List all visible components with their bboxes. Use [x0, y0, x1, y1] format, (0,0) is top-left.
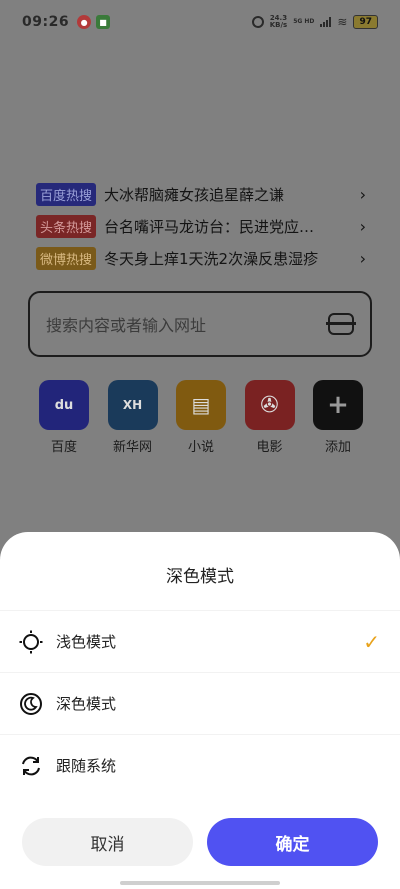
- sheet-title: 深色模式: [166, 567, 234, 587]
- search-placeholder: 搜索内容或者输入网址: [46, 316, 207, 335]
- signal-icon: [320, 17, 332, 27]
- hot-search-row-baidu[interactable]: 百度热搜 大冰帮脑瘫女孩追星薛之谦 ›: [36, 178, 366, 210]
- hot-search-row-toutiao[interactable]: 头条热搜 台名嘴评马龙访台：民进党应… ›: [36, 210, 366, 242]
- chevron-right-icon: ›: [359, 184, 366, 204]
- chevron-right-icon: ›: [359, 248, 366, 268]
- hot-search-text: 大冰帮脑瘫女孩追星薛之谦: [104, 185, 285, 204]
- film-reel-icon: ✇: [244, 380, 295, 430]
- status-bar: 09:26 ● ■ 24.3 KB/s 5G HD ≋ 97: [0, 0, 400, 44]
- plus-icon: +: [313, 380, 363, 430]
- scan-icon[interactable]: [326, 313, 356, 335]
- option-label: 深色模式: [56, 695, 117, 713]
- shortcut-movie[interactable]: ✇ 电影: [242, 380, 298, 455]
- hot-badge: 百度热搜: [36, 182, 97, 206]
- wifi-icon: ≋: [337, 15, 348, 29]
- sync-icon: [18, 753, 44, 779]
- shortcut-label: 电影: [256, 440, 283, 455]
- alarm-icon: [251, 16, 264, 28]
- option-label: 浅色模式: [56, 633, 117, 651]
- notification-icons: ● ■: [77, 15, 111, 29]
- search-input[interactable]: 搜索内容或者输入网址: [28, 291, 372, 357]
- net-speed-unit: KB/s: [269, 21, 288, 29]
- battery-icon: 97: [353, 15, 378, 29]
- hot-search-row-weibo[interactable]: 微博热搜 冬天身上痒1天洗2次澡反患湿疹 ›: [36, 242, 366, 274]
- shortcut-label: 百度: [50, 440, 77, 455]
- option-label: 跟随系统: [56, 757, 117, 775]
- confirm-button[interactable]: 确定: [207, 818, 378, 866]
- hot-badge: 头条热搜: [36, 214, 97, 238]
- baidu-icon: du: [39, 380, 89, 430]
- shortcut-xinhua[interactable]: XH 新华网: [105, 380, 161, 455]
- status-time: 09:26: [22, 14, 70, 30]
- app-notification-icon: ■: [96, 15, 111, 29]
- moon-icon: [18, 691, 44, 717]
- hot-search-text: 冬天身上痒1天洗2次澡反患湿疹: [104, 249, 319, 268]
- netease-music-icon: ●: [77, 15, 92, 29]
- shortcut-label: 新华网: [112, 440, 152, 455]
- cancel-button[interactable]: 取消: [22, 818, 193, 866]
- shortcut-label: 小说: [187, 440, 214, 455]
- chevron-right-icon: ›: [359, 216, 366, 236]
- hot-search-list: 百度热搜 大冰帮脑瘫女孩追星薛之谦 › 头条热搜 台名嘴评马龙访台：民进党应… …: [36, 178, 366, 274]
- option-dark-mode[interactable]: 深色模式: [0, 672, 400, 734]
- shortcut-add[interactable]: + 添加: [310, 380, 366, 455]
- net-speed: 24.3 KB/s: [270, 15, 287, 29]
- hot-search-text: 台名嘴评马龙访台：民进党应…: [104, 217, 315, 236]
- home-indicator[interactable]: [120, 881, 280, 885]
- option-follow-system[interactable]: 跟随系统: [0, 734, 400, 796]
- xinhua-icon: XH: [107, 380, 158, 430]
- shortcut-label: 添加: [324, 440, 351, 455]
- shortcut-grid: du 百度 XH 新华网 ▤ 小说 ✇ 电影 + 添加: [36, 380, 366, 455]
- status-right: 24.3 KB/s 5G HD ≋ 97: [251, 15, 378, 29]
- shortcut-novel[interactable]: ▤ 小说: [173, 380, 229, 455]
- dark-mode-sheet: 深色模式 浅色模式 ✓ 深色模式 跟随系统 取消 确定: [0, 532, 400, 889]
- sun-icon: [18, 629, 44, 655]
- network-type: 5G HD: [293, 18, 315, 25]
- shortcut-baidu[interactable]: du 百度: [36, 380, 92, 455]
- hot-badge: 微博热搜: [36, 246, 97, 270]
- book-icon: ▤: [176, 380, 226, 430]
- option-light-mode[interactable]: 浅色模式 ✓: [0, 610, 400, 672]
- check-icon: ✓: [363, 629, 380, 654]
